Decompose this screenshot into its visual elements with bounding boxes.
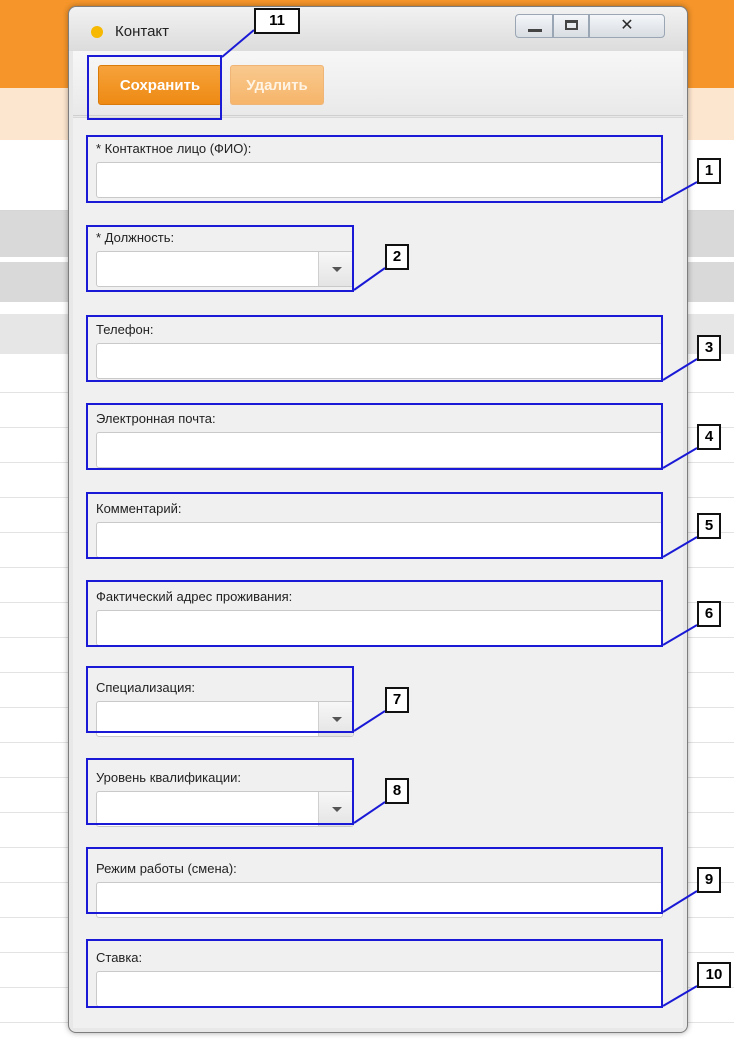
annotation-frame <box>86 135 663 203</box>
minimize-button[interactable] <box>515 14 553 38</box>
annotation-badge: 1 <box>697 158 721 184</box>
annotation-badge: 6 <box>697 601 721 627</box>
maximize-button[interactable] <box>553 14 589 38</box>
minimize-icon <box>528 29 542 32</box>
annotation-badge: 8 <box>385 778 409 804</box>
close-button[interactable]: ✕ <box>589 14 665 38</box>
annotation-frame <box>86 758 354 825</box>
annotation-frame <box>86 847 663 914</box>
close-icon: ✕ <box>620 17 634 34</box>
annotation-frame <box>86 403 663 470</box>
delete-button[interactable]: Удалить <box>230 65 324 105</box>
annotation-frame <box>86 315 663 382</box>
app-dot-icon <box>91 26 103 38</box>
annotation-frame <box>86 492 663 559</box>
maximize-icon <box>565 20 578 30</box>
annotation-badge: 5 <box>697 513 721 539</box>
annotation-badge: 4 <box>697 424 721 450</box>
annotation-badge: 9 <box>697 867 721 893</box>
annotation-badge: 11 <box>254 8 300 34</box>
window-title: Контакт <box>115 23 170 40</box>
annotation-badge: 2 <box>385 244 409 270</box>
annotation-badge: 7 <box>385 687 409 713</box>
annotation-frame <box>86 580 663 647</box>
annotation-frame <box>86 666 354 733</box>
annotation-frame <box>87 55 222 120</box>
annotation-frame <box>86 939 663 1008</box>
annotation-frame <box>86 225 354 292</box>
annotation-badge: 10 <box>697 962 731 988</box>
title-bar[interactable]: Контакт ✕ <box>69 7 687 51</box>
annotation-badge: 3 <box>697 335 721 361</box>
